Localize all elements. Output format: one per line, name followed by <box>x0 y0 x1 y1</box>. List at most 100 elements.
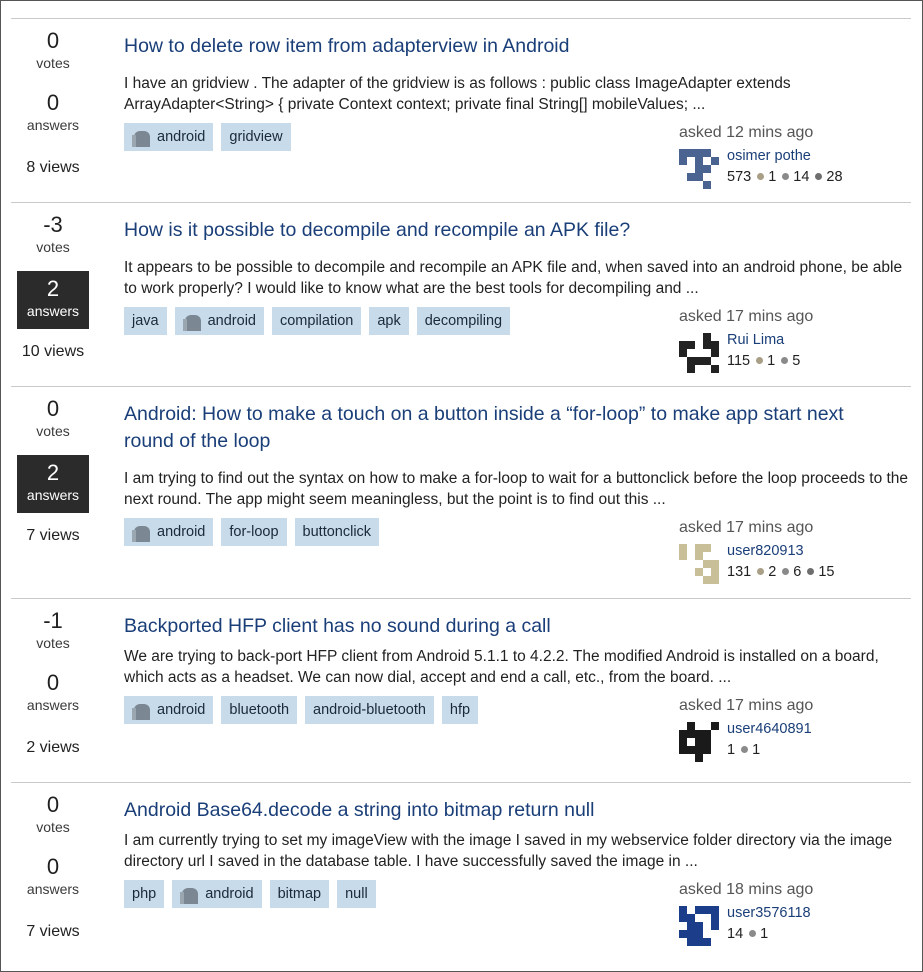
tag-buttonclick[interactable]: buttonclick <box>294 518 380 546</box>
tag-list: android for-loop buttonclick <box>124 518 380 546</box>
question-summary: -1 votes 0 answers 2 views Backported HFP cli… <box>11 598 911 783</box>
tag-null[interactable]: null <box>337 880 376 908</box>
tag-bluetooth[interactable]: bluetooth <box>221 696 298 724</box>
question-owner: asked 17 mins ago user820913 131 2 6 15 <box>679 518 909 585</box>
answer-count-number: 2 <box>46 460 60 485</box>
tag-list: php android bitmap null <box>124 880 376 908</box>
tag-compilation[interactable]: compilation <box>271 307 362 335</box>
user-avatar[interactable] <box>679 906 719 946</box>
tag-java[interactable]: java <box>124 307 167 335</box>
tag-label: bitmap <box>277 886 322 902</box>
view-count: 7 views <box>26 527 80 544</box>
asked-time: asked 17 mins ago <box>679 519 814 536</box>
tag-label: bluetooth <box>229 702 290 718</box>
tag-label: compilation <box>279 313 354 329</box>
user-card: user820913 131 2 6 15 <box>679 543 909 585</box>
answer-count-label: answers <box>26 881 80 897</box>
bronze-badge-icon <box>781 357 789 365</box>
answer-count-label: answers <box>26 487 80 503</box>
asked-time: asked 17 mins ago <box>679 308 814 325</box>
user-reputation: 11 <box>727 742 760 758</box>
vote-count-number: 0 <box>46 792 60 817</box>
vote-count: 0 votes <box>17 396 89 440</box>
user-avatar[interactable] <box>679 544 719 584</box>
vote-count: -3 votes <box>17 212 89 256</box>
tag-android-bluetooth[interactable]: android-bluetooth <box>305 696 434 724</box>
vote-count-number: 0 <box>46 396 60 421</box>
user-avatar[interactable] <box>679 333 719 373</box>
user-card: Rui Lima 115 1 5 <box>679 332 909 374</box>
user-name-link[interactable]: user820913 <box>727 543 804 559</box>
tag-android[interactable]: android <box>174 307 264 335</box>
tag-android[interactable]: android <box>124 518 214 546</box>
user-name-link[interactable]: user3576118 <box>727 905 811 921</box>
vote-count: 0 votes <box>17 29 89 72</box>
bronze2-badge-icon <box>815 173 823 181</box>
user-name-link[interactable]: Rui Lima <box>727 332 784 348</box>
user-name-link[interactable]: osimer pothe <box>727 148 811 164</box>
badge-count: 6 <box>793 564 802 580</box>
tag-label: apk <box>377 313 401 329</box>
question-title-link[interactable]: How is it possible to decompile and reco… <box>124 217 884 244</box>
tag-hfp[interactable]: hfp <box>441 696 479 724</box>
answer-count-label: answers <box>26 303 80 319</box>
question-title-link[interactable]: Android: How to make a touch on a button… <box>124 401 884 455</box>
question-excerpt: We are trying to back-port HFP client fr… <box>124 648 879 686</box>
tag-gridview[interactable]: gridview <box>221 123 291 151</box>
answer-count-number: 0 <box>46 670 60 695</box>
tag-label: for-loop <box>229 524 279 540</box>
badge-count: 14 <box>793 169 810 185</box>
question-title-link[interactable]: Backported HFP client has no sound durin… <box>124 613 884 640</box>
tag-php[interactable]: php <box>124 880 165 908</box>
user-reputation: 131 2 6 15 <box>727 564 835 580</box>
view-count: 2 views <box>26 739 80 756</box>
question-excerpt: I am currently trying to set my imageVie… <box>124 832 893 870</box>
asked-time: asked 12 mins ago <box>679 124 814 141</box>
answer-count: 2 answers <box>17 271 89 329</box>
tag-label: gridview <box>229 129 283 145</box>
answer-count-label: answers <box>26 697 80 713</box>
vote-count-number: -3 <box>43 212 63 237</box>
tag-android[interactable]: android <box>124 123 214 151</box>
tag-list: android gridview <box>124 123 291 151</box>
question-title-link[interactable]: Android Base64.decode a string into bitm… <box>124 797 884 824</box>
vote-count: 0 votes <box>17 792 89 836</box>
tag-bitmap[interactable]: bitmap <box>269 880 330 908</box>
tag-apk[interactable]: apk <box>369 307 409 335</box>
android-icon <box>132 127 152 147</box>
view-count: 8 views <box>26 159 80 176</box>
question-owner: asked 18 mins ago user3576118 14 1 <box>679 880 909 947</box>
question-summary: 0 votes 0 answers 8 views How to delete row i… <box>11 18 911 203</box>
reputation-score: 115 <box>727 353 751 369</box>
answer-count: 0 answers <box>17 671 89 727</box>
answer-count-number: 0 <box>46 90 60 115</box>
tag-decompiling[interactable]: decompiling <box>416 307 511 335</box>
question-owner: asked 17 mins ago user4640891 1 1 <box>679 696 909 763</box>
vote-count-label: votes <box>36 239 70 255</box>
vote-count-label: votes <box>36 635 70 651</box>
answer-count: 2 answers <box>17 455 89 513</box>
silver-badge-icon <box>757 568 765 576</box>
tag-android[interactable]: android <box>124 696 214 724</box>
user-name-link[interactable]: user4640891 <box>727 721 812 737</box>
badge-count: 1 <box>767 353 776 369</box>
user-avatar[interactable] <box>679 149 719 189</box>
badge-count: 2 <box>768 564 777 580</box>
tag-label: android <box>207 313 256 329</box>
tag-android[interactable]: android <box>172 880 262 908</box>
vote-count-label: votes <box>36 819 70 835</box>
bronze-badge-icon <box>782 568 790 576</box>
silver-badge-icon <box>757 173 765 181</box>
user-reputation: 115 1 5 <box>727 353 800 369</box>
tag-for-loop[interactable]: for-loop <box>221 518 287 546</box>
user-avatar[interactable] <box>679 722 719 762</box>
user-card: user3576118 14 1 <box>679 905 909 947</box>
user-reputation: 14 1 <box>727 926 768 942</box>
question-title-link[interactable]: How to delete row item from adapterview … <box>124 33 884 60</box>
answer-count-label: answers <box>26 117 80 133</box>
tag-label: hfp <box>449 702 471 718</box>
reputation-score: 573 <box>727 169 752 185</box>
silver-badge-icon <box>756 357 764 365</box>
question-excerpt: I have an gridview . The adapter of the … <box>124 75 791 113</box>
tag-label: android-bluetooth <box>313 702 426 718</box>
